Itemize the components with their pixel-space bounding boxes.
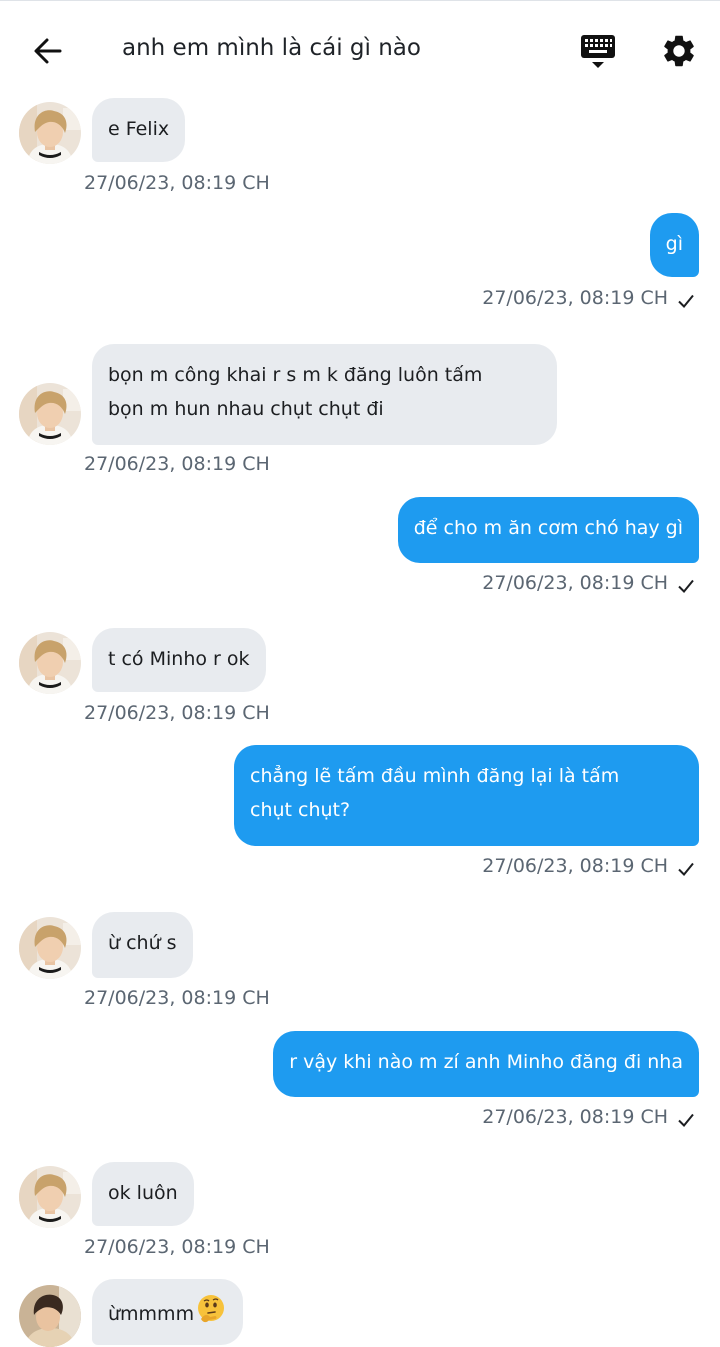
settings-button[interactable] [660, 32, 698, 70]
read-check-icon [678, 862, 694, 876]
message-timestamp: 27/06/23, 08:19 CH [84, 702, 270, 724]
gear-icon [664, 35, 694, 67]
message-text-line: chụt chụt? [250, 799, 351, 821]
incoming-message-bubble[interactable]: t có Minho r ok [92, 628, 266, 692]
contact-avatar[interactable] [19, 102, 81, 164]
incoming-message-bubble[interactable]: ok luôn [92, 1162, 194, 1226]
message-timestamp: 27/06/23, 08:19 CH [482, 1106, 668, 1128]
incoming-message-bubble[interactable]: ừmmmm [92, 1279, 244, 1345]
outgoing-message-bubble[interactable]: gì [649, 213, 699, 277]
keyboard-icon [581, 35, 615, 68]
message-timestamp: 27/06/23, 08:19 CH [482, 287, 668, 309]
message-text: gì [665, 233, 683, 255]
arrow-left-icon [34, 38, 62, 64]
message-timestamp: 27/06/23, 08:19 CH [84, 453, 270, 475]
contact-avatar[interactable] [19, 632, 81, 694]
incoming-message-bubble[interactable]: e Felix [92, 98, 186, 162]
read-check-icon [678, 1113, 694, 1127]
outgoing-message-bubble[interactable]: để cho m ăn cơm chó hay gì [397, 497, 699, 563]
contact-avatar[interactable] [19, 1285, 81, 1347]
message-text: để cho m ăn cơm chó hay gì [413, 517, 683, 539]
contact-avatar[interactable] [19, 1166, 81, 1228]
contact-avatar[interactable] [19, 917, 81, 979]
outgoing-message-bubble[interactable]: r vậy khi nào m zí anh Minho đăng đi nha [273, 1031, 699, 1097]
message-text: ừ chứ s [108, 932, 177, 954]
message-text-line: bọn m hun nhau chụt chụt đi [108, 398, 384, 420]
message-timestamp: 27/06/23, 08:19 CH [482, 855, 668, 877]
contact-avatar[interactable] [19, 383, 81, 445]
message-text-line: chẳng lẽ tấm đầu mình đăng lại là tấm [250, 765, 620, 787]
thinking-face-emoji [198, 1295, 225, 1323]
outgoing-message-bubble[interactable]: chẳng lẽ tấm đầu mình đăng lại là tấm ch… [234, 745, 699, 846]
read-check-icon [678, 579, 694, 593]
keyboard-button[interactable] [578, 31, 618, 71]
incoming-message-bubble[interactable]: ừ chứ s [92, 912, 193, 978]
message-timestamp: 27/06/23, 08:19 CH [84, 987, 270, 1009]
conversation-title: anh em mình là cái gì nào [122, 35, 421, 61]
message-timestamp: 27/06/23, 08:19 CH [84, 1236, 270, 1258]
incoming-message-bubble[interactable]: bọn m công khai r s m k đăng luôn tấm bọ… [92, 344, 557, 445]
message-text: r vậy khi nào m zí anh Minho đăng đi nha [289, 1051, 683, 1073]
chat-header: anh em mình là cái gì nào [0, 1, 720, 97]
message-text: t có Minho r ok [108, 648, 250, 670]
message-text: ok luôn [108, 1182, 178, 1204]
read-check-icon [678, 294, 694, 308]
back-button[interactable] [30, 33, 66, 69]
message-text-line: bọn m công khai r s m k đăng luôn tấm [108, 364, 483, 386]
message-text: e Felix [108, 118, 170, 140]
message-timestamp: 27/06/23, 08:19 CH [482, 572, 668, 594]
message-timestamp: 27/06/23, 08:19 CH [84, 172, 270, 194]
message-text: ừmmmm [108, 1303, 195, 1325]
